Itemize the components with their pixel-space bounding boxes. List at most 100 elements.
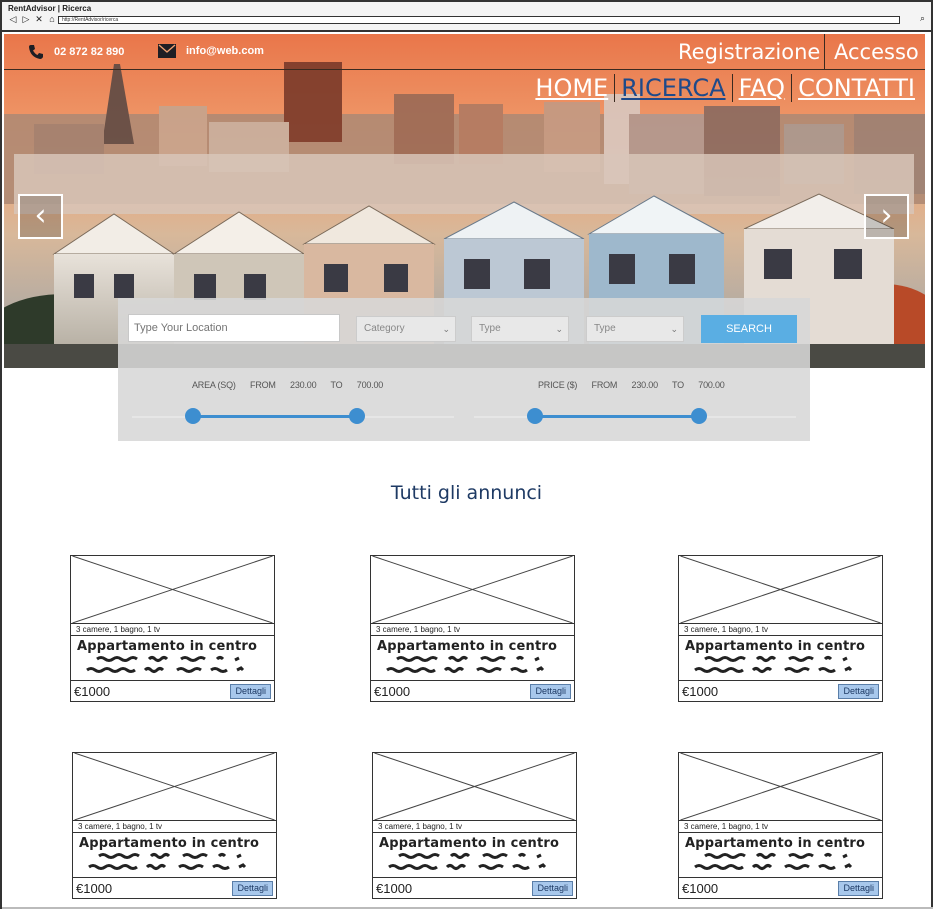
type-select-2[interactable]: Type ⌄: [586, 316, 684, 342]
search-mini-icon[interactable]: ⌕: [920, 13, 925, 24]
details-button[interactable]: Dettagli: [232, 881, 273, 896]
listing-features: 3 camere, 1 bagno, 1 tv: [376, 625, 461, 634]
area-slider-min-handle[interactable]: [185, 408, 202, 424]
divider: [373, 832, 576, 833]
close-icon[interactable]: ✕: [34, 14, 44, 24]
listing-card[interactable]: 3 camere, 1 bagno, 1 tv Appartamento in …: [678, 752, 883, 899]
redacted-description: [86, 656, 245, 673]
home-icon[interactable]: ⌂: [47, 14, 57, 24]
browser-nav-buttons: ◁ ▷ ✕ ⌂: [8, 14, 57, 24]
search-button[interactable]: SEARCH: [701, 315, 797, 343]
category-select-value: Category: [364, 323, 405, 334]
search-panel: Category ⌄ Type ⌄ Type ⌄ SEARCH AREA (SQ…: [118, 298, 810, 441]
listing-title: Appartamento in centro: [79, 836, 260, 851]
price-to-value: 700.00: [698, 380, 725, 390]
chevron-down-icon: ⌄: [442, 324, 450, 334]
forward-icon[interactable]: ▷: [21, 14, 31, 24]
divider: [71, 635, 274, 636]
divider: [71, 680, 274, 681]
auth-divider: [824, 34, 825, 70]
listing-features: 3 camere, 1 bagno, 1 tv: [378, 822, 463, 831]
phone-contact[interactable]: 02 872 82 890: [28, 44, 124, 60]
details-button[interactable]: Dettagli: [530, 684, 571, 699]
chevron-down-icon: ⌄: [555, 324, 563, 334]
nav-ricerca[interactable]: RICERCA: [614, 74, 731, 102]
listing-title: Appartamento in centro: [377, 639, 558, 654]
image-placeholder: [371, 556, 574, 624]
area-to-value: 700.00: [356, 380, 384, 390]
price-slider-min-handle[interactable]: [527, 408, 544, 424]
listing-card[interactable]: 3 camere, 1 bagno, 1 tv Appartamento in …: [678, 555, 883, 702]
carousel-next-button[interactable]: ›: [864, 194, 909, 239]
location-input[interactable]: [128, 314, 340, 342]
divider: [679, 877, 882, 878]
phone-icon: [29, 45, 43, 59]
phone-number: 02 872 82 890: [54, 46, 125, 58]
area-label: AREA (SQ): [192, 380, 236, 390]
image-placeholder: [373, 753, 576, 821]
area-from-value: 230.00: [290, 380, 317, 390]
details-button[interactable]: Dettagli: [230, 684, 271, 699]
details-button[interactable]: Dettagli: [838, 684, 879, 699]
redacted-description: [386, 656, 545, 673]
divider: [679, 635, 882, 636]
register-link[interactable]: Registrazione: [678, 40, 820, 64]
email-contact[interactable]: info@web.com: [158, 44, 264, 58]
carousel-prev-button[interactable]: ‹: [18, 194, 63, 239]
listing-price: €1000: [376, 881, 413, 896]
listing-features: 3 camere, 1 bagno, 1 tv: [78, 822, 163, 831]
nav-contatti[interactable]: CONTATTI: [791, 74, 921, 102]
area-slider-fill: [193, 415, 358, 418]
type-select-1-value: Type: [479, 323, 501, 334]
divider: [73, 877, 276, 878]
type-select-2-value: Type: [594, 323, 616, 334]
divider: [373, 877, 576, 878]
nav-faq[interactable]: FAQ: [731, 74, 792, 102]
listing-features: 3 camere, 1 bagno, 1 tv: [76, 625, 161, 634]
listing-title: Appartamento in centro: [685, 639, 866, 654]
nav-home[interactable]: HOME: [529, 74, 614, 102]
listing-price: €1000: [76, 881, 113, 896]
listing-price: €1000: [74, 684, 111, 699]
back-icon[interactable]: ◁: [8, 14, 18, 24]
price-to-label: TO: [672, 380, 684, 390]
listing-price: €1000: [682, 881, 719, 896]
listing-features: 3 camere, 1 bagno, 1 tv: [684, 822, 769, 831]
redacted-description: [694, 853, 853, 870]
window-title: RentAdvisor | Ricerca: [8, 4, 92, 13]
divider: [73, 832, 276, 833]
url-bar[interactable]: http://RentAdvisor/ricerca: [58, 16, 900, 24]
price-range-label: PRICE ($) FROM 230.00 TO 700.00: [538, 380, 737, 390]
listing-features: 3 camere, 1 bagno, 1 tv: [684, 625, 769, 634]
type-select-1[interactable]: Type ⌄: [471, 316, 569, 342]
chevron-left-icon: ‹: [34, 198, 47, 233]
redacted-description: [388, 853, 547, 870]
chevron-down-icon: ⌄: [670, 324, 678, 334]
listing-card[interactable]: 3 camere, 1 bagno, 1 tv Appartamento in …: [70, 555, 275, 702]
main-navigation: HOME RICERCA FAQ CONTATTI: [529, 74, 921, 102]
area-from-label: FROM: [250, 380, 276, 390]
listing-title: Appartamento in centro: [685, 836, 866, 851]
listing-price: €1000: [682, 684, 719, 699]
listing-card[interactable]: 3 camere, 1 bagno, 1 tv Appartamento in …: [370, 555, 575, 702]
area-slider-max-handle[interactable]: [349, 408, 366, 424]
listing-card[interactable]: 3 camere, 1 bagno, 1 tv Appartamento in …: [372, 752, 577, 899]
login-link[interactable]: Accesso: [834, 40, 919, 64]
image-placeholder: [679, 556, 882, 624]
price-slider-fill: [535, 415, 700, 418]
details-button[interactable]: Dettagli: [838, 881, 879, 896]
listings-title: Tutti gli annunci: [390, 482, 543, 504]
image-placeholder: [679, 753, 882, 821]
listing-title: Appartamento in centro: [77, 639, 258, 654]
divider: [679, 680, 882, 681]
browser-chrome: RentAdvisor | Ricerca ◁ ▷ ✕ ⌂ http://Ren…: [2, 2, 931, 32]
listing-price: €1000: [374, 684, 411, 699]
price-from-label: FROM: [591, 380, 618, 390]
price-slider-max-handle[interactable]: [691, 408, 708, 424]
price-from-value: 230.00: [631, 380, 659, 390]
listing-card[interactable]: 3 camere, 1 bagno, 1 tv Appartamento in …: [72, 752, 277, 899]
details-button[interactable]: Dettagli: [532, 881, 573, 896]
image-placeholder: [73, 753, 276, 821]
category-select[interactable]: Category ⌄: [356, 316, 456, 342]
browser-window: RentAdvisor | Ricerca ◁ ▷ ✕ ⌂ http://Ren…: [0, 0, 933, 909]
